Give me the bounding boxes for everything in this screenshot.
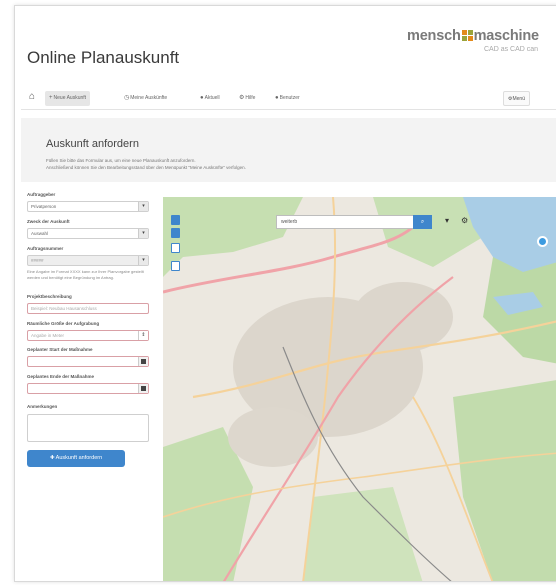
map-canvas bbox=[163, 197, 556, 581]
start-date-input[interactable] bbox=[27, 356, 149, 367]
order-number-help: Eine Angabe im Format XXXX kann zur Ihre… bbox=[27, 269, 144, 280]
purpose-select[interactable]: Auswahl ▾ bbox=[27, 228, 149, 239]
search-icon[interactable]: ⌕ bbox=[413, 215, 432, 229]
label-start-date: Geplanter Start der Maßnahme bbox=[27, 347, 93, 352]
gear-icon: ⚙ bbox=[239, 95, 245, 101]
logo-mark-icon bbox=[461, 30, 473, 41]
info-text-line2: Anschließend können Sie den Bearbeitungs… bbox=[46, 165, 246, 170]
logo-text-right: maschine bbox=[473, 28, 539, 44]
calendar-icon[interactable] bbox=[138, 384, 148, 393]
app-window: Online Planauskunft mensch maschine CAD a… bbox=[14, 5, 556, 582]
user-icon: ● bbox=[200, 95, 204, 101]
zoom-out-button[interactable] bbox=[171, 228, 180, 238]
main-navbar: ⌂ +Neue Auskunft ◷Meine Auskünfte ●Aktue… bbox=[21, 88, 556, 110]
nav-item-user[interactable]: ●Benutzer bbox=[271, 91, 304, 106]
info-text-line1: Füllen Sie bitte das Formular aus, um ei… bbox=[46, 158, 196, 163]
area-input[interactable]: Angabe in Meter ⇕ bbox=[27, 330, 149, 341]
layers-icon[interactable] bbox=[171, 243, 180, 253]
company-logo: mensch maschine bbox=[407, 28, 539, 44]
plus-icon: + bbox=[49, 95, 53, 101]
description-input[interactable]: Beispiel: Neubau Hausanschluss bbox=[27, 303, 149, 314]
zoom-in-button[interactable] bbox=[171, 215, 180, 225]
app-header: Online Planauskunft mensch maschine CAD a… bbox=[15, 6, 556, 78]
label-description: Projektbeschreibung bbox=[27, 294, 72, 299]
client-type-select[interactable]: Privatperson ▾ bbox=[27, 201, 149, 212]
map-search-input[interactable]: weiterb bbox=[276, 215, 414, 229]
logo-tagline: CAD as CAD can bbox=[484, 46, 539, 53]
label-purpose: Zweck der Auskunft bbox=[27, 219, 70, 224]
gear-icon[interactable]: ⚙ bbox=[461, 216, 468, 225]
page-title: Online Planauskunft bbox=[27, 48, 180, 67]
label-area: Räumliche Größe der Aufgrabung bbox=[27, 321, 100, 326]
chevron-down-icon: ▾ bbox=[138, 202, 148, 211]
label-end-date: Geplantes Ende der Maßnahme bbox=[27, 374, 95, 379]
label-client-type: Auftraggeber bbox=[27, 192, 56, 197]
calendar-icon[interactable] bbox=[138, 357, 148, 366]
info-title: Auskunft anfordern bbox=[46, 138, 139, 150]
user-icon: ● bbox=[275, 95, 279, 101]
nav-item-new[interactable]: +Neue Auskunft bbox=[45, 91, 91, 106]
chevron-down-icon: ▾ bbox=[138, 256, 148, 265]
home-icon[interactable]: ⌂ bbox=[29, 91, 35, 102]
label-order-number: Auftragsnummer bbox=[27, 246, 64, 251]
stepper-icon: ⇕ bbox=[138, 331, 148, 340]
chevron-down-icon: ▾ bbox=[138, 229, 148, 238]
nav-item-my-requests[interactable]: ◷Meine Auskünfte bbox=[120, 91, 171, 106]
location-marker-icon[interactable] bbox=[537, 236, 548, 247]
order-number-field: ##### ▾ bbox=[27, 255, 149, 266]
menu-button[interactable]: ⚙Menü bbox=[503, 91, 530, 106]
dropdown-icon[interactable]: ▾ bbox=[445, 216, 449, 225]
nav-item-current[interactable]: ●Aktuell bbox=[196, 91, 224, 106]
clock-icon: ◷ bbox=[124, 95, 130, 101]
map-view[interactable]: weiterb ⌕ ▾ ⚙ Li bbox=[163, 197, 556, 581]
label-notes: Anmerkungen bbox=[27, 404, 58, 409]
info-panel: Auskunft anfordern Füllen Sie bitte das … bbox=[21, 118, 556, 182]
end-date-input[interactable] bbox=[27, 383, 149, 394]
notes-textarea[interactable] bbox=[27, 414, 149, 442]
logo-text-left: mensch bbox=[407, 28, 461, 44]
submit-button[interactable]: ✚ Auskunft anfordern bbox=[27, 450, 125, 467]
document-icon[interactable] bbox=[171, 261, 180, 271]
nav-item-help[interactable]: ⚙Hilfe bbox=[235, 91, 259, 106]
